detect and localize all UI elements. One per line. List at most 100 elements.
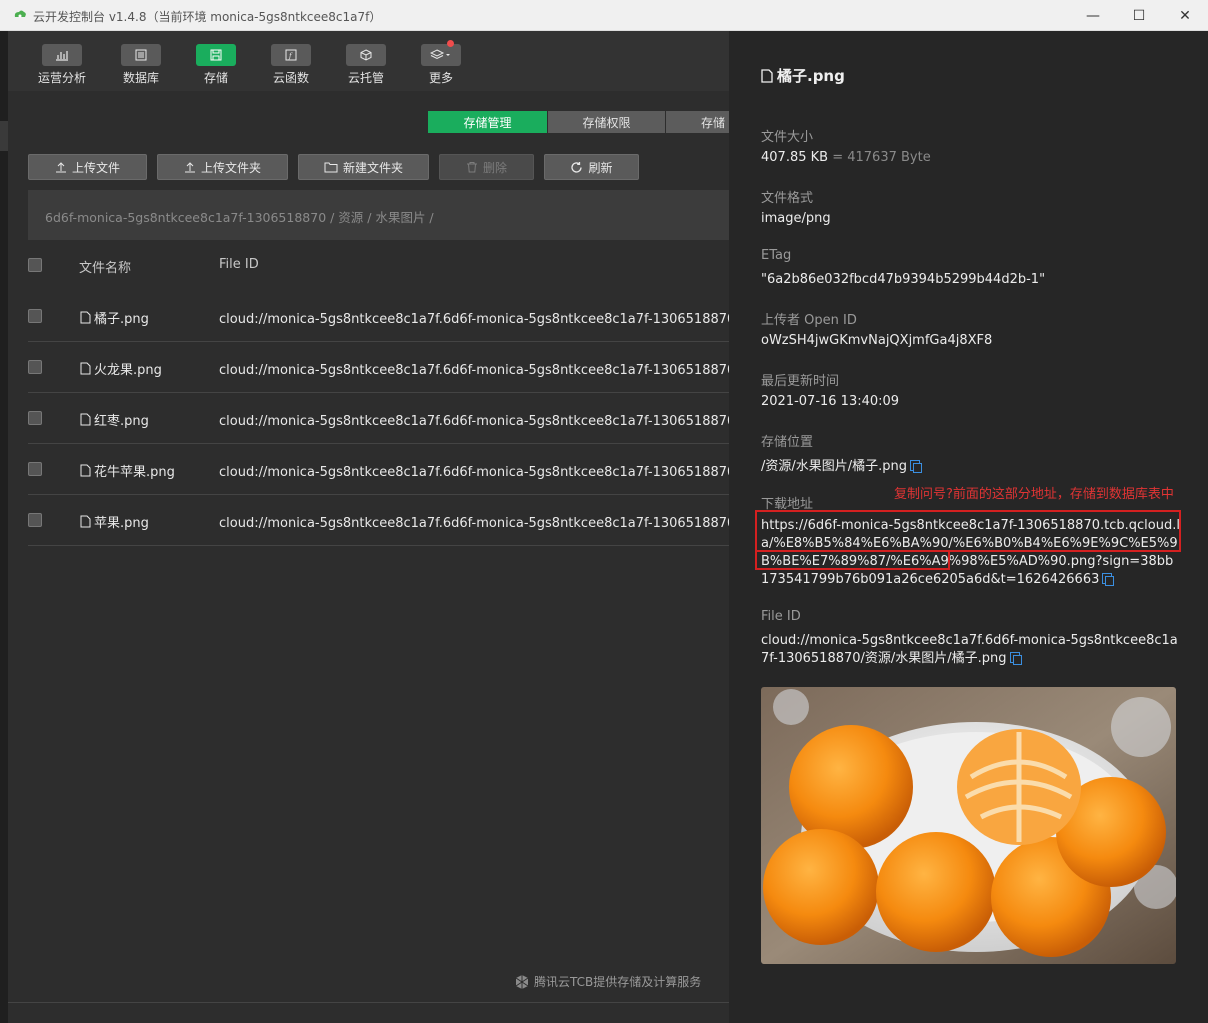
toolbar-label: 数据库 [122,71,159,85]
file-icon [80,413,91,426]
uploader-value: oWzSH4jwGKmvNajQXjmfGa4j8XF8 [761,333,993,348]
layers-icon [430,49,450,60]
refresh-icon [571,161,583,173]
file-id: cloud://monica-5gs8ntkcee8c1a7f.6d6f-mon… [219,516,729,531]
file-name: 苹果.png [94,516,149,531]
etag-label: ETag [761,248,792,263]
copy-icon[interactable] [1102,573,1115,586]
button-label: 上传文件 [71,160,120,175]
toolbar-analytics[interactable]: 运营分析 [32,44,92,86]
toolbar-label: 云托管 [347,71,384,85]
footer-credit: 腾讯云TCB提供存储及计算服务 [514,973,701,990]
column-header-file-id: File ID [219,257,259,272]
copy-icon[interactable] [910,460,923,473]
format-value: image/png [761,211,831,226]
updated-value: 2021-07-16 13:40:09 [761,394,900,409]
app-logo-icon [14,10,26,18]
table-row[interactable]: 苹果.png cloud://monica-5gs8ntkcee8c1a7f.6… [28,495,729,546]
upload-file-button[interactable]: 上传文件 [28,154,147,180]
tab-storage-permission[interactable]: 存储权限 [548,111,665,133]
folder-add-icon [324,162,338,173]
button-label: 新建文件夹 [342,160,403,175]
table-row[interactable]: 橘子.png cloud://monica-5gs8ntkcee8c1a7f.6… [28,291,729,342]
annotation-note: 复制问号?前面的这部分地址，存储到数据库表中 [894,487,1174,502]
window-title: 云开发控制台 v1.4.8（当前环境 monica-5gs8ntkcee8c1a… [33,10,382,24]
file-name: 火龙果.png [94,363,162,378]
row-checkbox[interactable] [28,411,42,425]
toolbar-label: 更多 [428,71,453,85]
row-checkbox[interactable] [28,309,42,323]
file-id: cloud://monica-5gs8ntkcee8c1a7f.6d6f-mon… [219,363,729,378]
title-bar: 云开发控制台 v1.4.8（当前环境 monica-5gs8ntkcee8c1a… [0,0,1208,31]
detail-filename: 橘子.png [777,67,845,85]
file-icon [80,464,91,477]
delete-button[interactable]: 删除 [439,154,534,180]
trash-icon [466,162,477,173]
location-value: /资源/水果图片/橘子.png [761,455,923,474]
uploader-label: 上传者 Open ID [761,313,857,328]
toolbar-label: 运营分析 [37,71,86,85]
table-row[interactable]: 火龙果.png cloud://monica-5gs8ntkcee8c1a7f.… [28,342,729,393]
format-label: 文件格式 [761,191,814,206]
highlight-box [755,510,1181,552]
button-label: 刷新 [588,160,613,175]
file-icon [80,311,91,324]
toolbar-more[interactable]: 更多 [411,40,471,86]
tab-storage-more[interactable]: 存储 [666,111,729,133]
database-icon [135,49,147,61]
svg-text:f: f [288,52,293,60]
updated-label: 最后更新时间 [761,374,840,389]
breadcrumb-bar: 6d6f-monica-5gs8ntkcee8c1a7f-1306518870 … [28,190,729,240]
file-icon [80,362,91,375]
file-name: 花牛苹果.png [94,465,175,480]
etag-value: "6a2b86e032fbcd47b9394b5299b44d2b-1" [761,272,1046,287]
maximize-button[interactable]: ☐ [1116,0,1162,31]
column-header-name: 文件名称 [79,261,132,276]
storage-tabs: 存储管理 存储权限 存储 [428,111,729,133]
file-name: 红枣.png [94,414,149,429]
detail-title: 橘子.png [761,65,845,86]
row-checkbox[interactable] [28,360,42,374]
refresh-button[interactable]: 刷新 [544,154,639,180]
toolbar-functions[interactable]: f 云函数 [261,44,321,86]
size-label: 文件大小 [761,130,814,145]
file-icon [80,515,91,528]
size-value: 407.85 KB = 417637 Byte [761,150,931,165]
table-row[interactable]: 花牛苹果.png cloud://monica-5gs8ntkcee8c1a7f… [28,444,729,495]
select-all-checkbox[interactable] [28,258,42,272]
tencent-cloud-icon [515,974,529,989]
toolbar-database[interactable]: 数据库 [111,44,171,86]
button-label: 删除 [482,160,507,175]
upload-icon [55,162,66,173]
new-folder-button[interactable]: 新建文件夹 [298,154,429,180]
fileid-label: File ID [761,609,801,624]
tab-storage-manage[interactable]: 存储管理 [428,111,547,133]
upload-folder-button[interactable]: 上传文件夹 [157,154,288,180]
storage-icon [210,49,222,61]
close-button[interactable]: ✕ [1162,0,1208,31]
file-name: 橘子.png [94,312,149,327]
notification-dot [447,40,454,47]
table-header: 文件名称 File ID [28,240,729,290]
row-checkbox[interactable] [28,513,42,527]
toolbar-label: 云函数 [272,71,309,85]
image-preview [761,687,1176,964]
left-edge [0,31,8,1023]
copy-icon[interactable] [1009,652,1022,665]
main-toolbar: 运营分析 数据库 存储 f 云函数 云托管 更多 [8,31,729,91]
upload-icon [184,162,195,173]
fileid-value: cloud://monica-5gs8ntkcee8c1a7f.6d6f-mon… [761,633,1178,666]
mandarin-photo [761,687,1176,964]
table-row[interactable]: 红枣.png cloud://monica-5gs8ntkcee8c1a7f.6… [28,393,729,444]
breadcrumb[interactable]: 6d6f-monica-5gs8ntkcee8c1a7f-1306518870 … [45,207,434,226]
toolbar-cloudhost[interactable]: 云托管 [336,44,396,86]
chart-icon [56,51,68,61]
file-icon [761,68,773,83]
toolbar-label: 存储 [203,71,228,85]
row-checkbox[interactable] [28,462,42,476]
minimize-button[interactable]: — [1070,0,1116,31]
location-label: 存储位置 [761,435,814,450]
toolbar-storage[interactable]: 存储 [186,44,246,86]
file-id: cloud://monica-5gs8ntkcee8c1a7f.6d6f-mon… [219,465,729,480]
file-id: cloud://monica-5gs8ntkcee8c1a7f.6d6f-mon… [219,414,729,429]
